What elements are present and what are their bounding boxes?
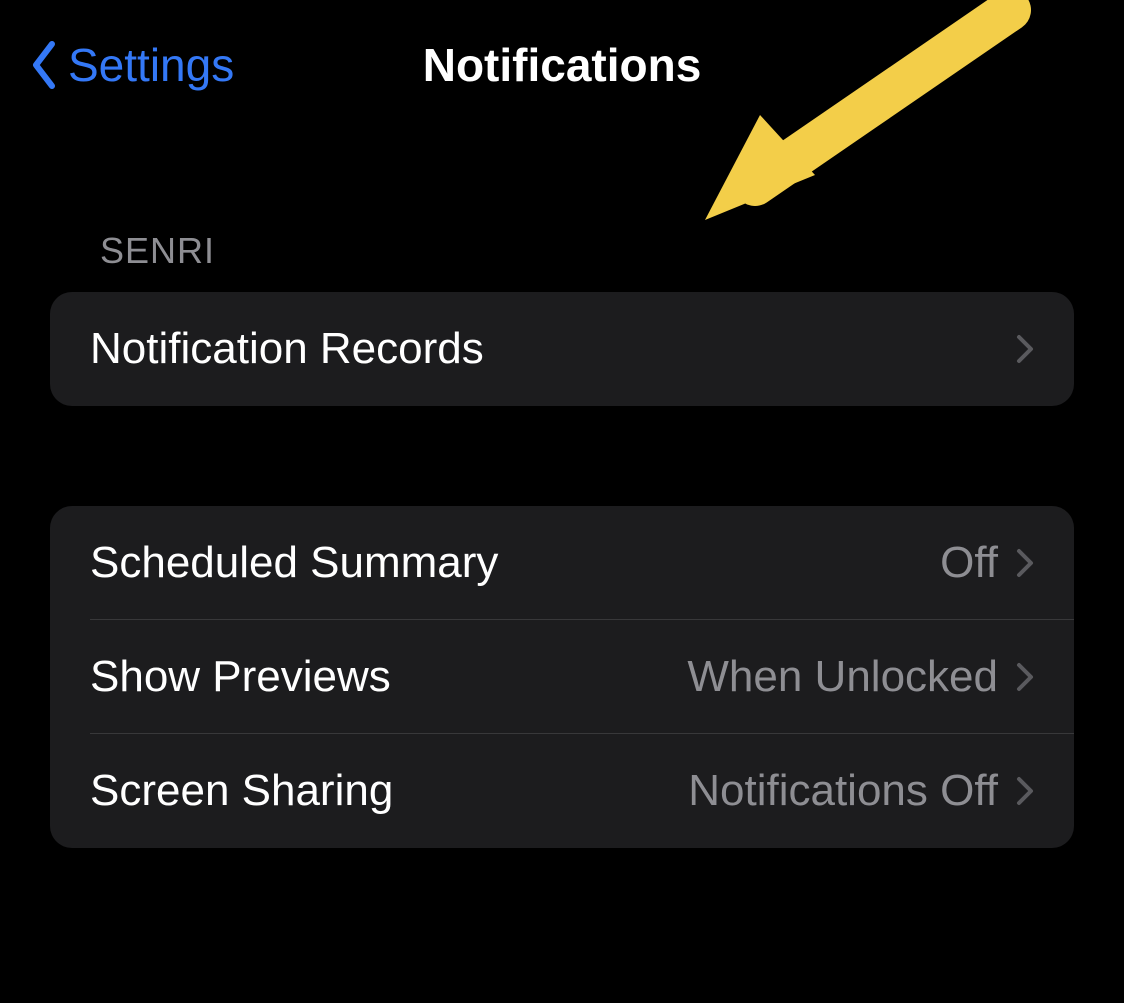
show-previews-row[interactable]: Show Previews When Unlocked bbox=[50, 620, 1074, 734]
chevron-right-icon bbox=[1016, 776, 1034, 806]
list-item-label: Notification Records bbox=[90, 324, 484, 374]
navigation-header: Settings Notifications bbox=[0, 0, 1124, 120]
notification-records-row[interactable]: Notification Records bbox=[50, 292, 1074, 406]
list-item-label: Scheduled Summary bbox=[90, 538, 498, 588]
list-item-value: Off bbox=[940, 538, 998, 588]
chevron-right-icon bbox=[1016, 334, 1034, 364]
chevron-right-icon bbox=[1016, 662, 1034, 692]
chevron-left-icon bbox=[30, 40, 60, 90]
content-area: SENRI Notification Records Scheduled Sum… bbox=[0, 120, 1124, 848]
screen-sharing-row[interactable]: Screen Sharing Notifications Off bbox=[50, 734, 1074, 848]
list-item-right bbox=[1016, 334, 1034, 364]
list-item-right: Off bbox=[940, 538, 1034, 588]
page-title: Notifications bbox=[423, 38, 702, 92]
back-button[interactable]: Settings bbox=[30, 38, 234, 92]
list-item-right: When Unlocked bbox=[687, 652, 1034, 702]
chevron-right-icon bbox=[1016, 548, 1034, 578]
section-header-senri: SENRI bbox=[50, 120, 1074, 292]
back-label: Settings bbox=[68, 38, 234, 92]
list-item-right: Notifications Off bbox=[688, 766, 1034, 816]
list-item-value: Notifications Off bbox=[688, 766, 998, 816]
list-item-value: When Unlocked bbox=[687, 652, 998, 702]
list-group-settings: Scheduled Summary Off Show Previews When… bbox=[50, 506, 1074, 848]
list-item-label: Screen Sharing bbox=[90, 766, 393, 816]
list-group-senri: Notification Records bbox=[50, 292, 1074, 406]
scheduled-summary-row[interactable]: Scheduled Summary Off bbox=[50, 506, 1074, 620]
list-item-label: Show Previews bbox=[90, 652, 391, 702]
